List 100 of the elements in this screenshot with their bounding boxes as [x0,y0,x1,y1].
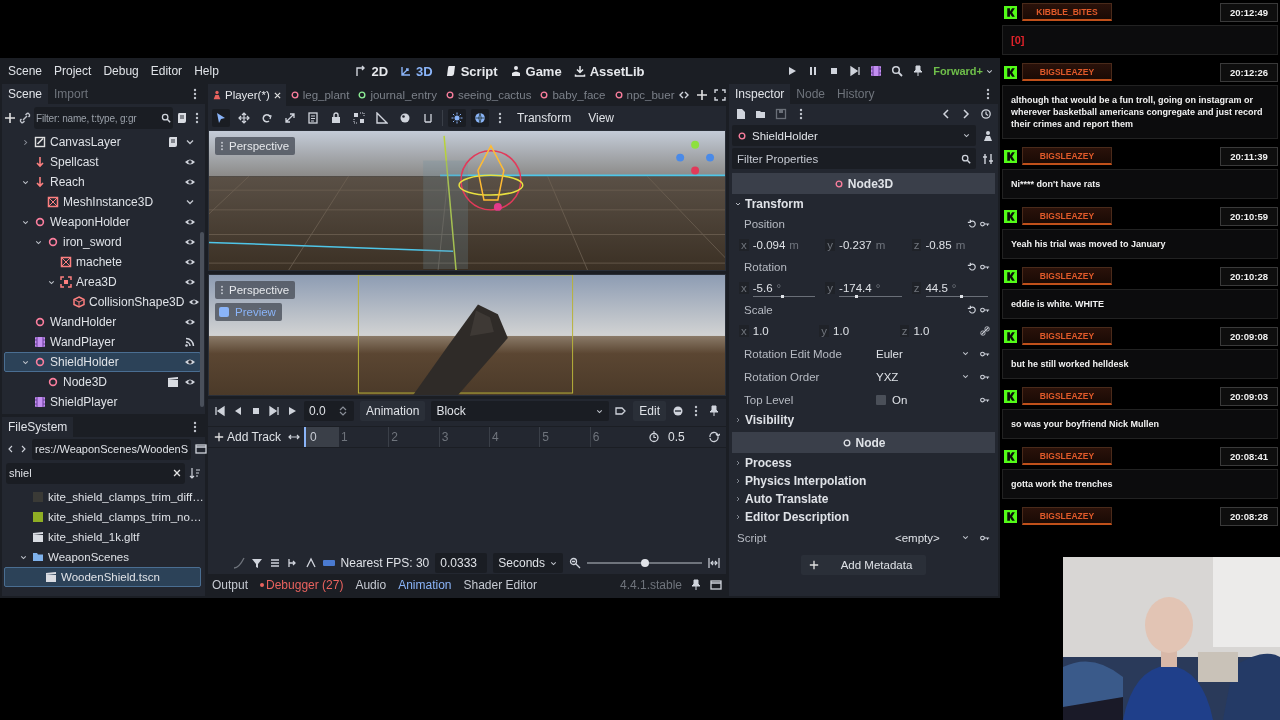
tree-item[interactable]: MeshInstance3D [4,192,201,212]
number-field[interactable]: y -0.237 m [825,234,904,256]
document-tab[interactable]: baby_face [535,84,610,106]
revert-icon[interactable] [967,261,977,272]
file-item[interactable]: kite_shield_1k.gltf [4,527,201,547]
slider-handle[interactable] [781,295,785,298]
animation-dropdown[interactable]: Block [431,401,610,421]
filter-input[interactable]: Filter: name, t:type, g:gr [36,112,159,124]
add-icon[interactable] [4,112,16,124]
search-field[interactable]: shiel [6,462,185,484]
fullscreen-icon[interactable] [714,89,726,101]
number-field[interactable]: x 1.0 [739,320,812,342]
search-input[interactable]: shiel [9,467,172,479]
play-from-start-icon[interactable] [268,405,280,417]
property-group[interactable]: Auto Translate [729,490,998,508]
tree-item[interactable]: WandHolder [4,312,201,332]
tool-button[interactable] [448,109,466,127]
viewport-menu[interactable]: Perspective [215,137,296,155]
link-icon[interactable] [19,112,31,124]
loop-icon[interactable] [707,431,720,443]
scroll-icon[interactable] [167,136,179,148]
panel-tab[interactable]: Shader Editor [463,578,537,592]
filter-input[interactable]: Filter Properties [737,152,956,165]
pin-icon[interactable] [912,65,925,77]
dock-tab[interactable]: Scene [2,84,49,104]
onion-skin-icon[interactable] [672,405,684,417]
dock-tab[interactable]: FileSystem [2,417,74,437]
unit-dropdown[interactable]: Seconds [493,553,563,573]
tree-item[interactable]: CollisionShape3D [4,292,201,312]
slider-handle[interactable] [960,295,964,298]
node-path-dropdown[interactable]: ShieldHolder [732,125,976,146]
scroll-arrows-icon[interactable] [678,89,691,101]
menu-item[interactable]: Debug [97,61,145,81]
step-field[interactable]: 0.0333 [435,553,488,573]
folder-icon[interactable] [755,108,767,120]
filter-icon[interactable] [250,557,263,569]
clapperboard-icon[interactable] [167,376,179,388]
scrollbar[interactable] [200,232,204,407]
forward-icon[interactable] [19,443,28,455]
number-field[interactable]: y 1.0 [819,320,892,342]
length-field[interactable]: 0.5 [667,430,708,444]
link-icon[interactable] [980,326,990,336]
menu-button[interactable]: View [582,109,621,127]
revert-icon[interactable] [967,304,977,315]
back-icon[interactable] [6,443,15,455]
file-item[interactable]: WoodenShield.tscn [4,567,201,587]
document-tab[interactable]: npc_buer [609,84,679,106]
new-file-icon[interactable] [735,108,747,120]
pin-icon[interactable] [690,579,702,591]
edit-button[interactable]: Edit [633,401,666,421]
property-dropdown[interactable]: Euler [872,343,974,364]
animation-menu[interactable]: Animation [360,401,426,421]
tree-item[interactable]: Area3D [4,272,201,292]
fit-icon[interactable] [708,557,720,569]
tool-button[interactable] [350,109,368,127]
close-icon[interactable] [272,90,282,100]
tag-icon[interactable] [615,405,628,417]
renderer-dropdown[interactable]: Forward+ [933,65,994,77]
forward-icon[interactable] [960,108,972,120]
tool-button[interactable] [373,109,391,127]
property-group[interactable]: Transform [729,195,998,213]
panel-tab[interactable]: Output [212,578,249,592]
panel-tab[interactable]: Animation [398,578,452,592]
workspace-tab[interactable]: AssetLib [567,60,651,82]
curve-icon[interactable] [232,557,245,569]
menu-item[interactable]: Scene [2,61,49,81]
tree-item[interactable]: iron_sword [4,232,201,252]
file-item[interactable]: kite_shield_clamps_trim_no… [4,507,201,527]
number-field[interactable]: z -0.85 m [911,234,990,256]
skip-to-start-icon[interactable] [214,405,226,417]
property-dropdown[interactable]: YXZ [872,366,974,387]
workspace-tab[interactable]: 2D [349,60,395,82]
document-tab[interactable]: journal_entry [353,84,441,106]
dock-tab[interactable]: Node [790,84,832,104]
property-group[interactable]: Physics Interpolation [729,472,998,490]
menu-item[interactable]: Project [48,61,98,81]
tool-button[interactable] [471,109,489,127]
viewport-menu[interactable]: Perspective [215,281,296,299]
filter-field[interactable]: Filter: name, t:type, g:gr [34,107,173,129]
history-icon[interactable] [980,108,992,120]
checkbox[interactable]: On [872,393,974,406]
number-field[interactable]: y -174.4 ° [825,277,904,299]
property-group[interactable]: Visibility [729,411,998,429]
revert-icon[interactable] [967,218,977,229]
dock-tab[interactable]: Inspector [729,84,791,104]
number-field[interactable]: z 1.0 [899,320,972,342]
file-item[interactable]: WeaponScenes [4,547,201,567]
add-track-button[interactable]: Add Track [208,430,288,444]
scroll-icon[interactable] [176,112,188,124]
property-group[interactable]: Editor Description [729,508,998,526]
tree-item[interactable]: ShieldHolder [4,352,201,372]
back-icon[interactable] [940,108,952,120]
tree-item[interactable]: machete [4,252,201,272]
path-field[interactable]: res://WeaponScenes/WoodenS [32,438,192,460]
add-icon[interactable] [696,89,709,101]
panel-icon[interactable] [195,443,208,455]
add-metadata-button[interactable]: Add Metadata [800,555,927,575]
document-tab[interactable]: Player(*) [208,84,286,106]
zoom-slider-handle[interactable] [640,559,649,567]
film-strip-icon[interactable] [870,65,883,77]
